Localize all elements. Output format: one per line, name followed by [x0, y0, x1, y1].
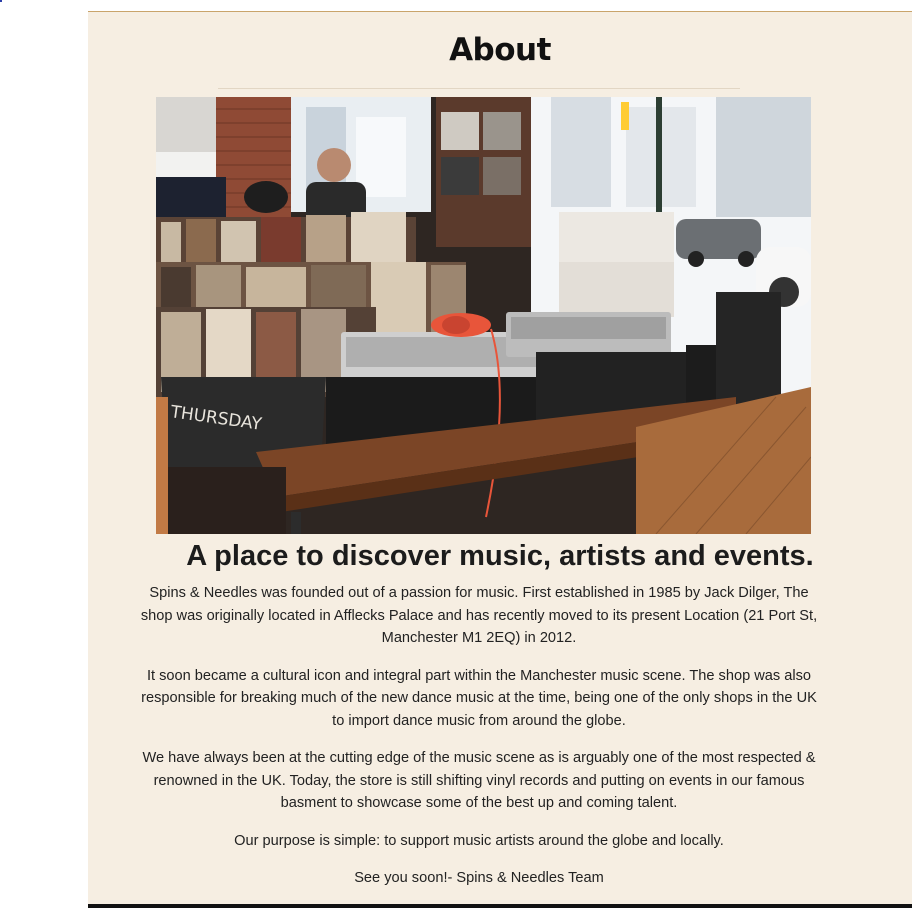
paragraph-purpose: Our purpose is simple: to support music … — [234, 832, 724, 849]
record-shop-photo: THURSDAY — [156, 97, 811, 534]
title-divider — [218, 88, 740, 89]
corner-marker — [0, 0, 2, 2]
paragraph-history: Spins & Needles was founded out of a pas… — [140, 585, 818, 646]
about-text: Spins & Needles was founded out of a pas… — [134, 582, 824, 905]
footer-divider — [88, 904, 912, 908]
paragraph-scene: It soon became a cultural icon and integ… — [141, 667, 817, 729]
tagline: A place to discover music, artists and e… — [186, 540, 814, 572]
paragraph-today: We have always been at the cutting edge … — [142, 750, 816, 811]
about-section: About THURSDAY A place to discover music… — [88, 11, 912, 904]
paragraph-signoff: See you soon!- Spins & Needles Team — [354, 870, 604, 886]
page-title: About — [449, 32, 551, 68]
